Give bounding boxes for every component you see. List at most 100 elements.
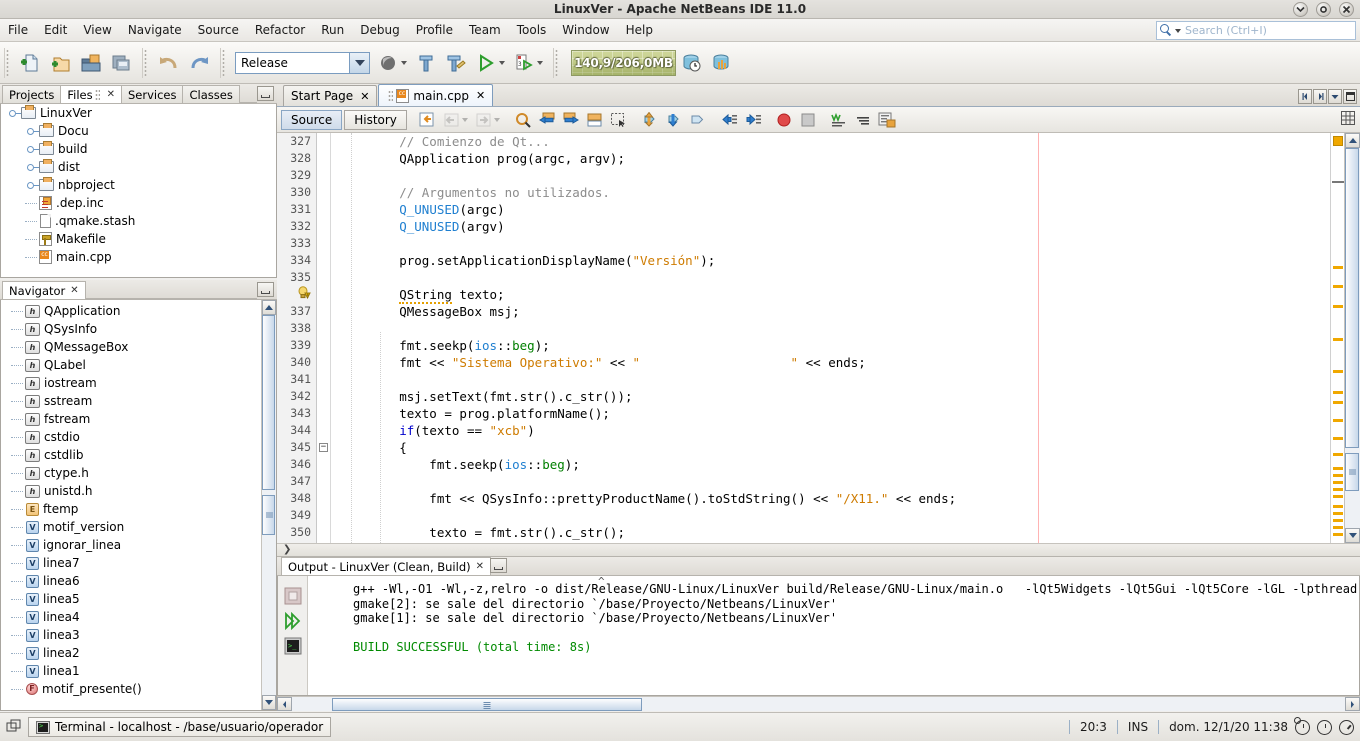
error-stripe-mark[interactable] (1333, 474, 1343, 477)
chevron-down-icon[interactable] (349, 52, 369, 73)
save-all-icon[interactable] (106, 48, 136, 78)
files-tree-row[interactable]: nbproject (1, 176, 276, 194)
previous-occurrence-icon[interactable] (535, 109, 559, 131)
line-number[interactable]: 345 (277, 439, 316, 456)
history-button[interactable]: History (344, 109, 407, 130)
line-number[interactable]: 346 (277, 456, 316, 473)
stop-icon[interactable] (282, 585, 304, 607)
error-stripe-mark[interactable] (1333, 401, 1343, 404)
grid-icon[interactable] (1341, 111, 1355, 128)
files-tree-row[interactable]: LinuxVer (1, 104, 276, 122)
toolbar-drag-handle[interactable] (4, 47, 10, 78)
line-number[interactable]: 331 (277, 201, 316, 218)
tree-toggle-icon[interactable] (23, 176, 40, 194)
configuration-select[interactable]: Release (235, 51, 370, 74)
output-horizontal-scrollbar[interactable] (277, 696, 1360, 711)
minimize-button[interactable] (1293, 2, 1308, 17)
menu-debug[interactable]: Debug (352, 20, 407, 40)
editor-vertical-scrollbar[interactable] (1344, 133, 1360, 543)
output-maximize-icon[interactable] (490, 558, 508, 573)
tab-projects[interactable]: Projects (2, 85, 62, 103)
output-body[interactable]: >_ ^ g++ -Wl,-O1 -Wl,-z,relro -o dist/Re… (277, 575, 1360, 696)
navigator-scroll-thumb[interactable] (262, 315, 275, 490)
scroll-tabs-right-icon[interactable] (1313, 89, 1327, 104)
tree-toggle-icon[interactable] (23, 158, 40, 176)
open-project-icon[interactable] (76, 48, 106, 78)
run-project-icon[interactable] (471, 48, 501, 78)
error-stripe-mark[interactable] (1333, 467, 1343, 470)
line-number[interactable]: 349 (277, 507, 316, 524)
stop-icon[interactable] (796, 109, 820, 131)
error-stripe-mark[interactable] (1333, 505, 1343, 508)
output-text[interactable]: ^ g++ -Wl,-O1 -Wl,-z,relro -o dist/Relea… (308, 575, 1359, 695)
line-number[interactable]: 329 (277, 167, 316, 184)
tab-files[interactable]: Files ✕ (60, 85, 122, 103)
code-line[interactable]: QApplication prog(argc, argv); (331, 150, 1330, 167)
terminal-icon[interactable]: >_ (282, 635, 304, 657)
editor-scroll-thumb-2[interactable] (1345, 453, 1359, 491)
output-scroll-left-icon[interactable] (277, 697, 292, 711)
error-stripe-mark[interactable] (1333, 391, 1343, 394)
tree-toggle-icon[interactable] (5, 104, 22, 122)
search-input[interactable]: Search (Ctrl+I) (1156, 21, 1356, 40)
output-close-icon[interactable]: ✕ (476, 561, 484, 572)
timer-icon[interactable] (1339, 719, 1354, 735)
line-number[interactable]: 328 (277, 150, 316, 167)
previous-bookmark-icon[interactable] (638, 109, 662, 131)
code-line[interactable] (331, 167, 1330, 184)
files-tree-row[interactable]: Docu (1, 122, 276, 140)
comment-icon[interactable] (827, 109, 851, 131)
tab-files-close-icon[interactable]: ✕ (107, 89, 115, 100)
code-line[interactable] (331, 235, 1330, 252)
files-tree-row[interactable]: .qmake.stash (1, 212, 276, 230)
line-number[interactable]: 344 (277, 422, 316, 439)
format-icon[interactable] (875, 109, 899, 131)
code-line[interactable]: Q_UNUSED(argv) (331, 218, 1330, 235)
error-stripe-mark[interactable] (1333, 481, 1343, 484)
code-line[interactable]: fmt << QSysInfo::prettyProductName().toS… (331, 490, 1330, 507)
menu-edit[interactable]: Edit (36, 20, 75, 40)
line-number[interactable]: 342 (277, 388, 316, 405)
back-caret-icon[interactable] (461, 117, 468, 122)
menu-source[interactable]: Source (190, 20, 247, 40)
navigator-close-icon[interactable]: ✕ (70, 285, 78, 296)
navigator-tree[interactable]: h QApplication h QSysInfo h QMessageBox h QLabe… (0, 300, 277, 711)
error-stripe-mark[interactable] (1333, 437, 1343, 440)
clock-icon[interactable] (1317, 719, 1332, 735)
menu-navigate[interactable]: Navigate (120, 20, 190, 40)
code-line[interactable]: texto = prog.platformName(); (331, 405, 1330, 422)
code-line[interactable]: Q_UNUSED(argc) (331, 201, 1330, 218)
navigator-row[interactable]: Vlinea6 (1, 572, 276, 590)
error-stripe-summary[interactable] (1333, 136, 1343, 146)
code-line[interactable]: fmt << "Sistema Operativo:" << " " << en… (331, 354, 1330, 371)
navigator-scroll-track[interactable] (262, 315, 276, 695)
last-edit-icon[interactable] (416, 109, 440, 131)
menu-refactor[interactable]: Refactor (247, 20, 313, 40)
navigator-scrollbar[interactable] (261, 300, 276, 710)
menu-window[interactable]: Window (554, 20, 617, 40)
editor-scroll-thumb[interactable] (1345, 148, 1359, 448)
forward-icon[interactable] (472, 109, 496, 131)
menu-team[interactable]: Team (461, 20, 509, 40)
files-tree-row[interactable]: main.cpp (1, 248, 276, 266)
menu-view[interactable]: View (75, 20, 119, 40)
editor-tab-main-cpp-close-icon[interactable]: ✕ (476, 89, 485, 102)
new-file-icon[interactable] (16, 48, 46, 78)
monitor-icon[interactable] (706, 48, 736, 78)
next-occurrence-icon[interactable] (559, 109, 583, 131)
menu-tools[interactable]: Tools (509, 20, 555, 40)
error-stripe-mark[interactable] (1333, 419, 1343, 422)
navigator-minimize-icon[interactable] (257, 281, 274, 297)
tree-toggle-icon[interactable] (23, 140, 40, 158)
set-configuration-icon[interactable] (373, 48, 403, 78)
maximize-button[interactable] (1316, 2, 1331, 17)
source-button[interactable]: Source (281, 109, 343, 130)
navigator-row[interactable]: h ctype.h (1, 464, 276, 482)
code-line[interactable]: fmt.seekp(ios::beg); (331, 337, 1330, 354)
line-number[interactable]: 347 (277, 473, 316, 490)
tab-navigator[interactable]: Navigator ✕ (2, 281, 86, 299)
close-button[interactable] (1339, 2, 1354, 17)
back-icon[interactable] (440, 109, 464, 131)
line-number[interactable]: 335 (277, 269, 316, 286)
forward-caret-icon[interactable] (493, 117, 500, 122)
